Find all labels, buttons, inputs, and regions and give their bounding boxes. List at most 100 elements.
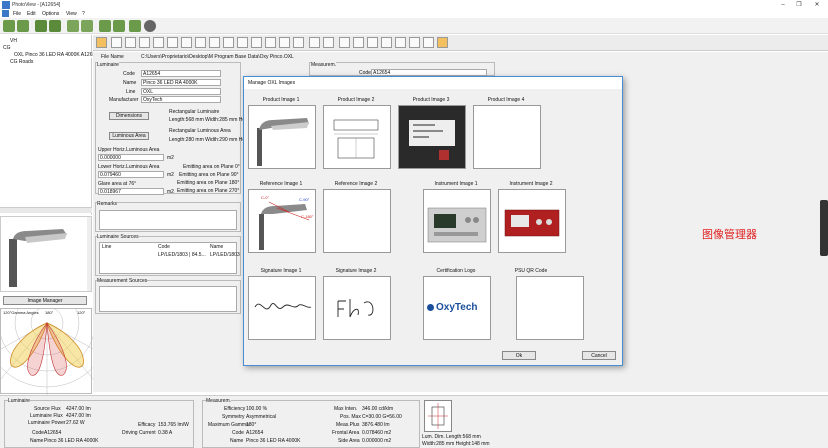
meas-code-label: Code	[232, 430, 244, 436]
code-field[interactable]: A12654	[141, 70, 221, 77]
target-icon[interactable]	[309, 37, 320, 48]
menu-file[interactable]: File	[13, 11, 21, 17]
chart-icon[interactable]	[265, 37, 276, 48]
product-image-1-slot[interactable]	[248, 105, 316, 169]
signature-image-1-slot[interactable]	[248, 276, 316, 340]
product-image-2-slot[interactable]	[323, 105, 391, 169]
luminous-area-button[interactable]: Luminous Area	[109, 132, 149, 140]
product-image-4-slot[interactable]	[473, 105, 541, 169]
export-icon[interactable]	[437, 37, 448, 48]
remarks-textarea[interactable]	[99, 210, 237, 230]
frontal-area-label: Frontal Area	[332, 430, 360, 436]
file-path: C:\Users\Proprietario\Desktop\M Program …	[141, 54, 294, 60]
product-image-2-caption: Product Image 2	[337, 97, 375, 103]
chart-icon[interactable]	[251, 37, 262, 48]
user-green-icon[interactable]	[129, 20, 141, 32]
dimensions-button[interactable]: Dimensions	[109, 112, 149, 120]
sources-table[interactable]: Line Code Name LP/LED/1803 | 84.5... LP/…	[99, 242, 240, 274]
summary-code-value: A12654	[44, 430, 62, 436]
chart-icon[interactable]	[209, 37, 220, 48]
side-handle[interactable]	[820, 200, 828, 256]
chart-icon[interactable]	[353, 37, 364, 48]
rect-lum-label: Rectangular Luminaire	[169, 109, 220, 115]
main-toolbar	[0, 18, 828, 34]
chart-icon[interactable]	[181, 37, 192, 48]
horizontal-scrollbar[interactable]	[0, 207, 92, 213]
polar-icon[interactable]	[153, 37, 164, 48]
user-green-icon[interactable]	[35, 20, 47, 32]
chart-icon[interactable]	[409, 37, 420, 48]
chart-icon[interactable]	[423, 37, 434, 48]
chart-icon[interactable]	[395, 37, 406, 48]
polar-label-left: 120°Gamma Angles	[3, 310, 39, 315]
instrument-image-1-slot[interactable]	[423, 189, 491, 253]
chart-icon[interactable]	[237, 37, 248, 48]
signature-image-2-slot[interactable]	[323, 276, 391, 340]
menu-view[interactable]: View	[66, 11, 77, 17]
chart-icon[interactable]	[223, 37, 234, 48]
pos-max-value: C=30.00 G=56.00	[362, 414, 402, 420]
psu-qr-slot[interactable]	[516, 276, 584, 340]
instrument-image-2-slot[interactable]	[498, 189, 566, 253]
minimize-button[interactable]: –	[776, 1, 790, 9]
luminaire-toolbar	[93, 35, 828, 51]
glare-field[interactable]: 0.018967	[98, 188, 164, 195]
chart-icon[interactable]	[381, 37, 392, 48]
reference-image-2-slot[interactable]	[323, 189, 391, 253]
ok-button[interactable]: Ok	[502, 351, 536, 360]
measurem-code-field[interactable]: A12654	[371, 69, 487, 76]
dimension-diagram-icon	[428, 403, 448, 429]
manufacturer-field[interactable]: OxyTech	[141, 96, 221, 103]
chart-icon[interactable]	[279, 37, 290, 48]
menu-app-icon[interactable]	[2, 10, 9, 17]
c90-label: C-90°	[299, 197, 310, 202]
image-manager-button[interactable]: Image Manager	[3, 296, 87, 305]
chart-icon[interactable]	[195, 37, 206, 48]
target-icon[interactable]	[323, 37, 334, 48]
tree-item[interactable]: VH	[10, 38, 17, 44]
sources-col-name: Name	[210, 244, 224, 250]
menu-options[interactable]: Options	[42, 11, 59, 17]
user-green-icon[interactable]	[113, 20, 125, 32]
tree-item[interactable]: OXL Pinco 36 LED RA 4000K A12654	[14, 52, 99, 58]
chart-icon[interactable]	[293, 37, 304, 48]
measurement-sources-list[interactable]	[99, 286, 237, 312]
menu-help[interactable]: ?	[82, 11, 85, 17]
efficacy-value: 153.765 lm/W	[158, 422, 189, 428]
cancel-button[interactable]: Cancel	[582, 351, 616, 360]
user-green-icon[interactable]	[67, 20, 79, 32]
lower-area-field[interactable]: 0.079460	[98, 171, 164, 178]
user-green-icon[interactable]	[49, 20, 61, 32]
user-green-icon[interactable]	[3, 20, 15, 32]
certification-logo-slot[interactable]: OxyTech	[423, 276, 491, 340]
maximize-button[interactable]: ❐	[792, 1, 806, 9]
grid-icon[interactable]	[139, 37, 150, 48]
tree-item[interactable]: CG Roads	[10, 59, 33, 65]
user-green-icon[interactable]	[17, 20, 29, 32]
user-green-icon[interactable]	[81, 20, 93, 32]
menu-edit[interactable]: Edit	[27, 11, 36, 17]
lower-area-label: Lower Horiz.Luminous Area	[98, 164, 160, 170]
name-field[interactable]: Pinco 36 LED RA 4000K	[141, 79, 221, 86]
measurement-sources-label: Measurement Sources	[97, 278, 148, 284]
table-icon[interactable]	[111, 37, 122, 48]
reference-image-1-slot[interactable]: C-0° C-90° C-180°	[248, 189, 316, 253]
close-button[interactable]: ✕	[810, 1, 824, 9]
luminaire-power-value: 27.62 W	[66, 420, 85, 426]
info-icon[interactable]	[144, 20, 156, 32]
glare-label: Glare area at 76°	[98, 181, 137, 187]
chart-icon[interactable]	[339, 37, 350, 48]
tree-item[interactable]: CG	[3, 45, 11, 51]
user-green-icon[interactable]	[99, 20, 111, 32]
chart-icon[interactable]	[167, 37, 178, 48]
vertical-scrollbar[interactable]	[87, 217, 91, 291]
signature-drawing-icon	[254, 303, 312, 310]
menu-bar: File Edit Options View ?	[0, 10, 828, 18]
upper-area-field[interactable]: 0.000000	[98, 154, 164, 161]
emit180-label: Emitting area on Plane 180°	[177, 180, 240, 186]
line-field[interactable]: OXL	[141, 88, 221, 95]
chart-icon[interactable]	[367, 37, 378, 48]
open-folder-icon[interactable]	[96, 37, 107, 48]
bar-chart-icon[interactable]	[125, 37, 136, 48]
product-image-3-slot[interactable]	[398, 105, 466, 169]
